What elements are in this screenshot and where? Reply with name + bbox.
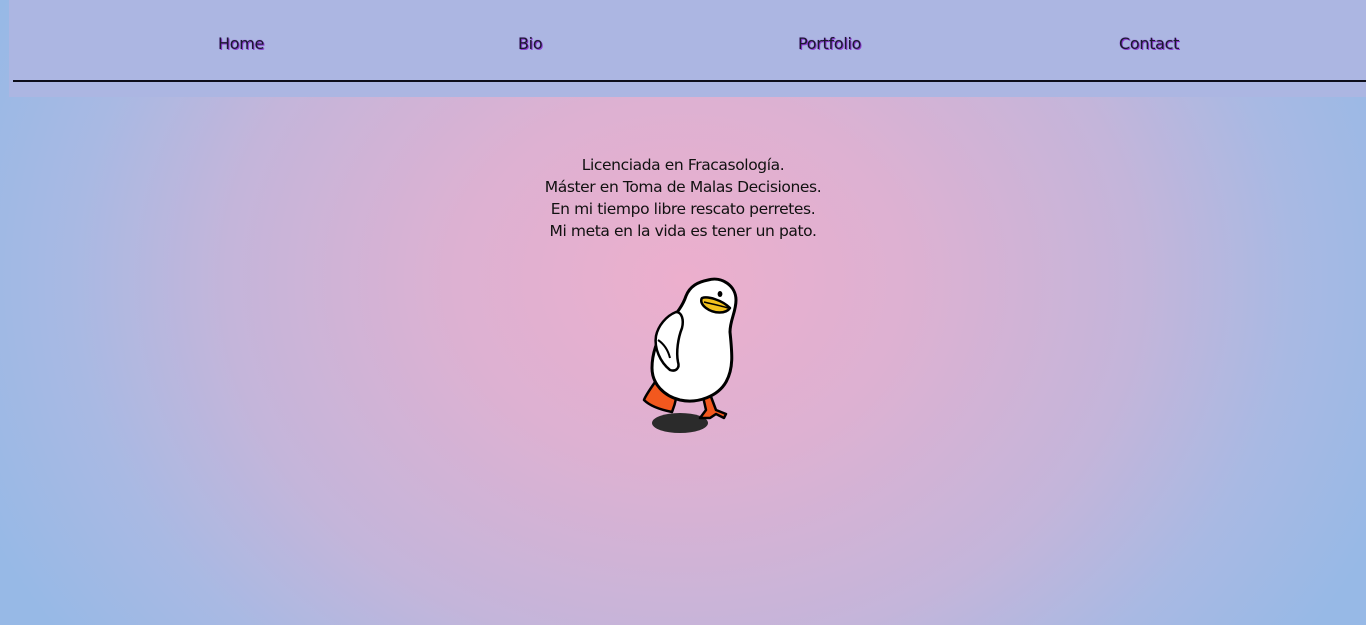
top-navbar: Home Bio Portfolio Contact [9, 0, 1366, 97]
duck-eye [717, 291, 723, 297]
navbar-divider [13, 80, 1366, 82]
duck-illustration [636, 272, 746, 440]
nav-link-portfolio[interactable]: Portfolio [798, 33, 861, 55]
nav-link-home[interactable]: Home [218, 33, 264, 55]
bio-text: Licenciada en Fracasología. Máster en To… [383, 154, 983, 242]
bio-line: En mi tiempo libre rescato perretes. [550, 200, 816, 218]
nav-link-contact[interactable]: Contact [1119, 33, 1179, 55]
bio-line: Licenciada en Fracasología. [581, 156, 785, 174]
bio-line: Mi meta en la vida es tener un pato. [549, 222, 817, 240]
bio-line: Máster en Toma de Malas Decisiones. [544, 178, 822, 196]
duck-shadow [652, 413, 708, 433]
nav-link-bio[interactable]: Bio [518, 33, 543, 55]
